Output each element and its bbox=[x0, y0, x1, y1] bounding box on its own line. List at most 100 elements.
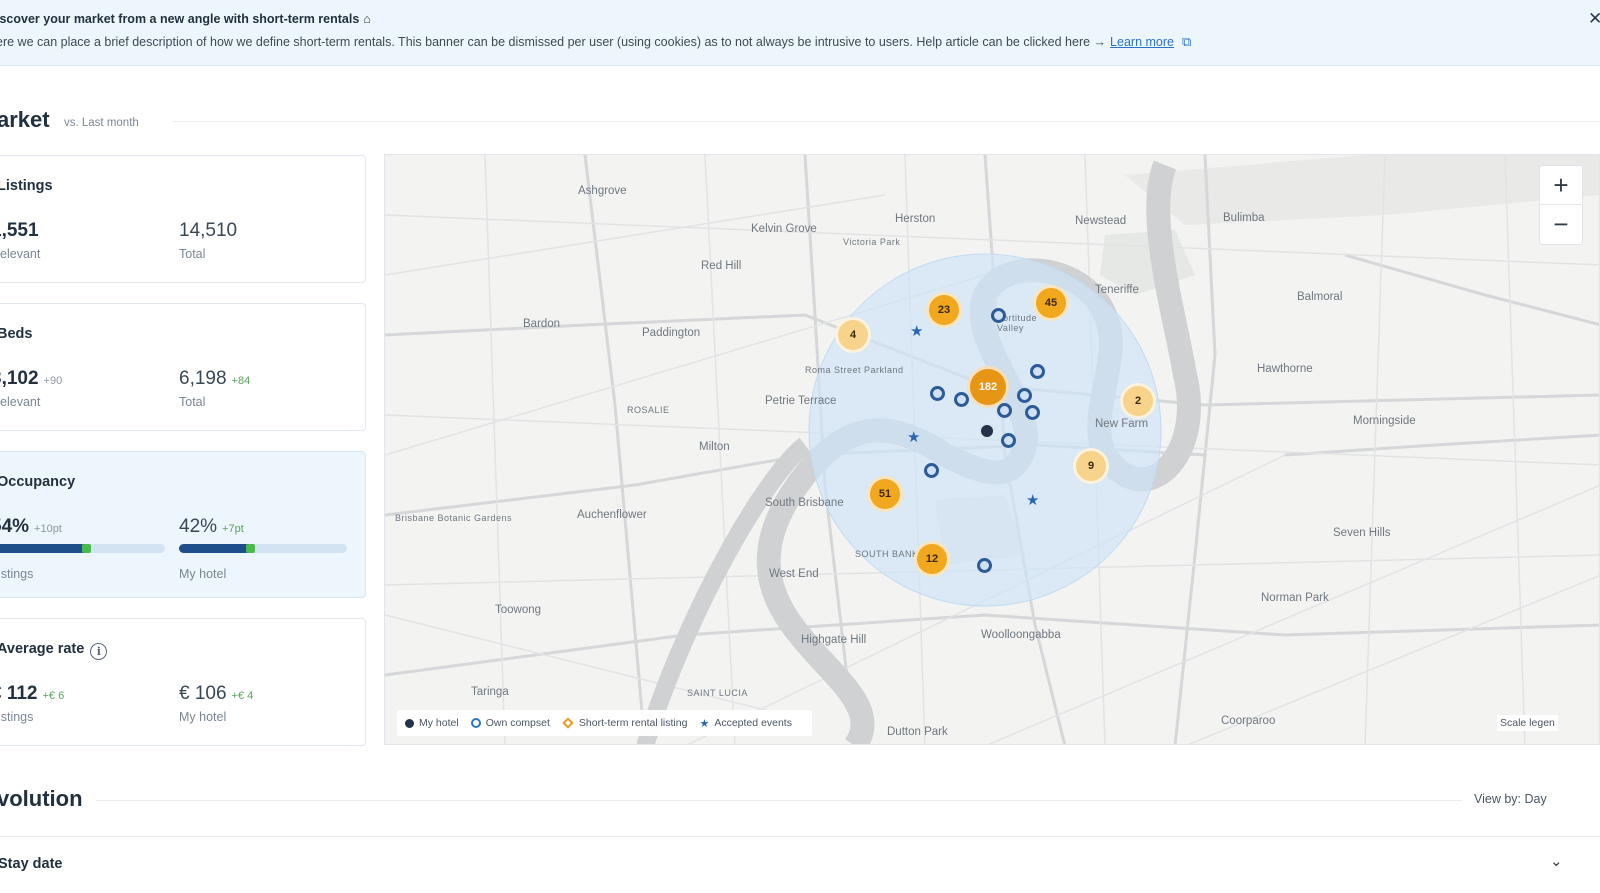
delta-badge: +€ 4 bbox=[231, 690, 254, 702]
section-divider bbox=[0, 836, 1600, 837]
legend-my-hotel: My hotel bbox=[405, 717, 459, 729]
listing-cluster[interactable]: 45 bbox=[1033, 285, 1069, 321]
listings-relevant-stat: 1,551 Relevant bbox=[0, 220, 41, 261]
compset-marker[interactable] bbox=[1029, 363, 1045, 379]
map-place-label: Taringa bbox=[471, 686, 509, 698]
occupancy-hotel-stat: 42% +7pt bbox=[179, 516, 244, 537]
map-place-label: South Brisbane bbox=[765, 497, 844, 509]
map-place-label: Petrie Terrace bbox=[765, 395, 837, 407]
map-place-label: Kelvin Grove bbox=[751, 223, 817, 235]
map-place-label: Milton bbox=[699, 441, 730, 453]
compset-marker[interactable] bbox=[1000, 432, 1016, 448]
info-icon[interactable]: i bbox=[90, 643, 108, 660]
zoom-in-button[interactable]: + bbox=[1540, 166, 1582, 205]
map-place-label: Highgate Hill bbox=[801, 634, 867, 646]
section-divider bbox=[96, 800, 1462, 801]
compset-marker[interactable] bbox=[996, 402, 1012, 418]
diamond-icon bbox=[562, 717, 574, 729]
listing-cluster[interactable]: 4 bbox=[835, 317, 871, 353]
compset-marker[interactable] bbox=[976, 557, 992, 573]
occupancy-listings-stat: 54%+10pt bbox=[0, 516, 62, 537]
learn-more-link[interactable]: Learn more bbox=[1110, 35, 1174, 49]
listing-cluster[interactable]: 51 bbox=[867, 476, 903, 512]
map-place-label: Coorparoo bbox=[1221, 715, 1276, 727]
delta-badge: +10pt bbox=[34, 523, 62, 535]
compset-marker[interactable] bbox=[953, 391, 969, 407]
map-place-label: Red Hill bbox=[701, 260, 742, 272]
listings-total-stat: 14,510 Total bbox=[179, 220, 238, 261]
banner-title: iscover your market from a new angle wit… bbox=[0, 12, 371, 26]
external-link-icon[interactable]: ⧉ bbox=[1182, 34, 1191, 49]
stay-date-label[interactable]: Stay date bbox=[0, 856, 62, 872]
chevron-down-icon[interactable]: ⌄ bbox=[1550, 852, 1563, 870]
evolution-title: volution bbox=[0, 786, 83, 811]
ring-icon bbox=[470, 718, 481, 728]
card-title: Listings bbox=[0, 178, 53, 194]
map-place-label: Herston bbox=[895, 213, 936, 225]
progress-marker bbox=[81, 544, 91, 553]
beds-total-stat: 6,198 +84 Total bbox=[179, 368, 251, 409]
market-title: arket bbox=[0, 107, 50, 132]
compset-marker[interactable] bbox=[1016, 387, 1032, 403]
card-title: Occupancy bbox=[0, 474, 76, 490]
compset-marker[interactable] bbox=[923, 462, 939, 478]
legend-str-listing: Short-term rental listing bbox=[562, 717, 687, 729]
map-place-label: West End bbox=[769, 568, 819, 580]
occupancy-card[interactable]: Occupancy 54%+10pt Listings 42%+7pt My h… bbox=[0, 451, 366, 598]
map-place-label: Bardon bbox=[523, 318, 561, 330]
compset-marker[interactable] bbox=[990, 307, 1006, 323]
banner-description: ere we can place a brief description of … bbox=[0, 34, 1192, 49]
delta-badge: +84 bbox=[231, 375, 251, 387]
listing-cluster[interactable]: 2 bbox=[1120, 383, 1156, 419]
rate-listings-stat: € 112+€ 6 Listings bbox=[0, 683, 65, 724]
map-place-label: Roma Street Parkland bbox=[805, 365, 904, 375]
rate-hotel-stat: € 106 +€ 4 My hotel bbox=[179, 683, 254, 724]
dot-icon bbox=[405, 718, 414, 728]
map-base-layer bbox=[385, 155, 1599, 744]
my-hotel-marker[interactable] bbox=[979, 423, 995, 439]
event-star-icon[interactable]: ★ bbox=[1026, 491, 1039, 509]
map-place-label: Seven Hills bbox=[1333, 527, 1391, 539]
event-star-icon[interactable]: ★ bbox=[910, 322, 923, 340]
listings-card[interactable]: Listings 1,551 Relevant 14,510 Total bbox=[0, 155, 366, 283]
map-legend: My hotel Own compset Short-term rental l… bbox=[397, 710, 812, 736]
map-place-label: SOUTH BANK bbox=[855, 549, 919, 559]
listing-cluster[interactable]: 12 bbox=[914, 541, 950, 577]
map-place-label: ROSALIE bbox=[627, 405, 670, 415]
view-by-dropdown[interactable]: View by: Day bbox=[1474, 792, 1547, 806]
section-divider bbox=[172, 121, 1600, 122]
map-place-label: Balmoral bbox=[1297, 291, 1343, 303]
listing-cluster[interactable]: 182 bbox=[967, 366, 1009, 408]
progress-marker bbox=[245, 544, 255, 553]
close-icon[interactable]: ✕ bbox=[1588, 9, 1600, 29]
compset-marker[interactable] bbox=[1024, 404, 1040, 420]
beds-card[interactable]: Beds 3,102+90 Relevant 6,198+84 Total bbox=[0, 303, 366, 431]
scale-legend: Scale legen bbox=[1497, 715, 1558, 731]
zoom-controls: + − bbox=[1539, 165, 1583, 245]
listing-cluster[interactable]: 23 bbox=[926, 292, 962, 328]
compset-marker[interactable] bbox=[929, 385, 945, 401]
average-rate-card[interactable]: Average ratei € 112+€ 6 Listings € 106+€… bbox=[0, 618, 366, 746]
market-comparison-label: vs. Last month bbox=[64, 117, 139, 129]
market-map[interactable]: Ashgrove Herston Newstead Bulimba Kelvin… bbox=[384, 154, 1600, 745]
map-place-label: Morningside bbox=[1353, 415, 1416, 427]
map-place-label: Teneriffe bbox=[1095, 284, 1139, 296]
map-place-label: Brisbane Botanic Gardens bbox=[395, 513, 513, 523]
map-place-label: Victoria Park bbox=[843, 237, 901, 247]
card-title: Average rate i bbox=[0, 641, 108, 660]
occupancy-listings-progress bbox=[0, 544, 165, 553]
event-star-icon[interactable]: ★ bbox=[907, 428, 920, 446]
beds-relevant-stat: 3,102+90 Relevant bbox=[0, 368, 63, 409]
short-term-rentals-banner: iscover your market from a new angle wit… bbox=[0, 0, 1600, 66]
map-place-label: New Farm bbox=[1095, 418, 1149, 430]
legend-events: ★ Accepted events bbox=[699, 717, 792, 730]
star-icon: ★ bbox=[699, 717, 710, 730]
legend-compset: Own compset bbox=[470, 717, 550, 729]
house-icon: ⌂ bbox=[363, 12, 371, 26]
map-place-label: Newstead bbox=[1075, 215, 1127, 227]
listing-cluster[interactable]: 9 bbox=[1073, 448, 1109, 484]
delta-badge: +7pt bbox=[222, 523, 244, 535]
card-title: Beds bbox=[0, 326, 33, 342]
zoom-out-button[interactable]: − bbox=[1540, 205, 1582, 244]
map-place-label: Dutton Park bbox=[887, 726, 948, 738]
